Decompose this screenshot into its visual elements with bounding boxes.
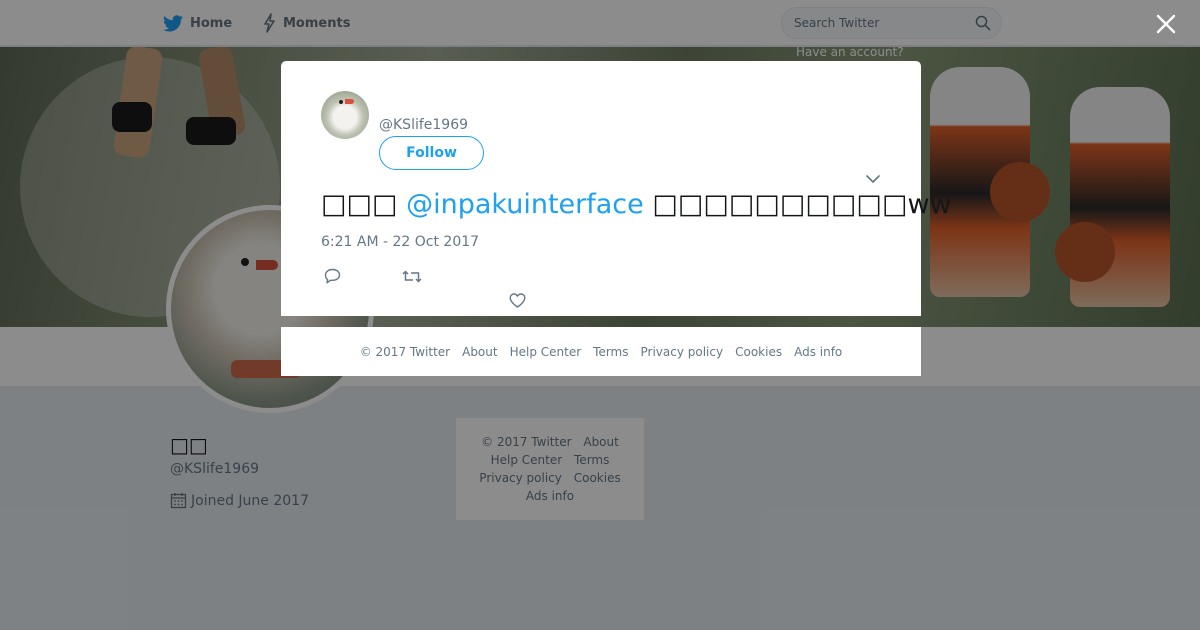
chevron-down-icon[interactable] [863,169,883,189]
modal-footer-cookies-link[interactable]: Cookies [735,345,782,359]
modal-footer-privacy-link[interactable]: Privacy policy [641,345,724,359]
tweet-author-handle[interactable]: @KSlife1969 [379,117,468,133]
retweet-icon[interactable] [401,265,423,287]
follow-button[interactable]: Follow [379,136,484,170]
modal-footer-ads-link[interactable]: Ads info [794,345,842,359]
tweet-text: □□□ @inpakuinterface □□□□□□□□□□ww [321,187,952,223]
modal-footer: © 2017 Twitter About Help Center Terms P… [281,327,921,376]
tweet-timestamp[interactable]: 6:21 AM - 22 Oct 2017 [321,234,479,250]
tweet-author-avatar[interactable] [321,91,369,139]
tweet-text-after: □□□□□□□□□□ww [643,189,952,220]
modal-footer-copyright: © 2017 Twitter [359,344,451,359]
close-icon[interactable] [1154,12,1178,36]
heart-icon[interactable] [506,289,528,311]
modal-footer-about-link[interactable]: About [462,345,497,359]
modal-footer-terms-link[interactable]: Terms [593,345,628,359]
tweet-permalink-card: @KSlife1969 Follow □□□ @inpakuinterface … [281,61,952,316]
modal-footer-help-link[interactable]: Help Center [510,345,582,359]
tweet-mention-link[interactable]: @inpakuinterface [406,189,644,220]
tweet-text-before: □□□ [321,189,407,220]
reply-icon[interactable] [321,265,343,287]
